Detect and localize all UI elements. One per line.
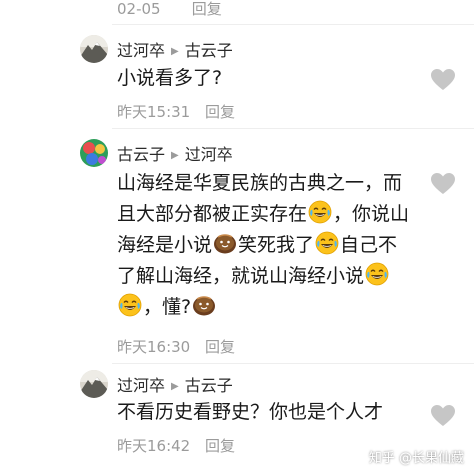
comment-text: 海经是小说 bbox=[117, 234, 213, 256]
divider bbox=[112, 24, 474, 25]
like-icon[interactable] bbox=[430, 404, 456, 428]
watermark: 知乎 @长果仙藏 bbox=[368, 451, 464, 466]
mountain-avatar-icon bbox=[80, 370, 108, 398]
divider bbox=[112, 363, 474, 364]
avatar[interactable] bbox=[80, 139, 108, 167]
reply-arrow-icon: ▶ bbox=[171, 150, 179, 161]
laugh-cry-emoji-icon bbox=[308, 200, 332, 224]
reply-button[interactable]: 回复 bbox=[205, 338, 235, 356]
comment-content: 不看历史看野史？你也是个人才 bbox=[117, 397, 383, 428]
colorful-avatar-icon bbox=[80, 139, 108, 167]
comment-line: 小说看多了? bbox=[117, 67, 223, 89]
comment-meta: 昨天16:30 回复 bbox=[117, 336, 235, 357]
reply-arrow-icon: ▶ bbox=[171, 46, 179, 57]
author-name[interactable]: 过河卒 bbox=[117, 376, 165, 395]
comment-line: 且大部分都被正实存在 ，你说山 bbox=[117, 199, 409, 230]
reply-to-name[interactable]: 过河卒 bbox=[185, 145, 233, 164]
comment-time: 昨天15:31 bbox=[117, 103, 191, 121]
laugh-cry-emoji-icon bbox=[315, 231, 339, 255]
comment-line: ，懂? bbox=[117, 292, 409, 323]
laugh-cry-emoji-icon bbox=[118, 293, 142, 317]
comment-content: 山海经是华夏民族的古典之一，而 且大部分都被正实存在 ，你说山海经是小说 笑死我了 自己… bbox=[117, 168, 409, 323]
author-name[interactable]: 过河卒 bbox=[117, 41, 165, 60]
comment-time: 昨天16:42 bbox=[117, 437, 191, 455]
comment-line: 山海经是华夏民族的古典之一，而 bbox=[117, 168, 409, 199]
bread-emoji-icon bbox=[192, 293, 216, 317]
comment-text: 山海经是华夏民族的古典之一，而 bbox=[117, 172, 403, 194]
comment-content: 小说看多了? bbox=[117, 63, 222, 94]
comment-meta: 昨天15:31 回复 bbox=[117, 101, 235, 122]
comment-header: 过河卒 ▶ 古云子 bbox=[117, 37, 233, 61]
comment-meta: 昨天16:42 回复 bbox=[117, 435, 235, 456]
comment-text: ，懂? bbox=[143, 296, 192, 318]
comment-text: 自己不 bbox=[340, 234, 398, 256]
comment-line: 了解山海经，就说山海经小说 bbox=[117, 261, 409, 292]
avatar[interactable] bbox=[80, 35, 108, 63]
comment-header: 古云子 ▶ 过河卒 bbox=[117, 141, 233, 165]
reply-button[interactable]: 回复 bbox=[205, 437, 235, 455]
author-name[interactable]: 古云子 bbox=[117, 145, 165, 164]
prev-comment-meta: 02-05 回复 bbox=[117, 0, 222, 19]
comment-text: 了解山海经，就说山海经小说 bbox=[117, 265, 365, 287]
reply-to-name[interactable]: 古云子 bbox=[185, 41, 233, 60]
reply-button[interactable]: 回复 bbox=[192, 0, 222, 18]
comment-time: 昨天16:30 bbox=[117, 338, 191, 356]
laugh-cry-emoji-icon bbox=[365, 262, 389, 286]
comment-header: 过河卒 ▶ 古云子 bbox=[117, 372, 233, 396]
comment-time: 02-05 bbox=[117, 0, 161, 18]
like-icon[interactable] bbox=[430, 172, 456, 196]
comment-text: 且大部分都被正实存在 bbox=[117, 203, 308, 225]
reply-to-name[interactable]: 古云子 bbox=[185, 376, 233, 395]
comment-line: 不看历史看野史？你也是个人才 bbox=[117, 401, 384, 423]
comment-text: 笑死我了 bbox=[238, 234, 315, 256]
reply-arrow-icon: ▶ bbox=[171, 381, 179, 392]
comment-text: ，你说山 bbox=[333, 203, 410, 225]
bread-emoji-icon bbox=[213, 231, 237, 255]
avatar[interactable] bbox=[80, 370, 108, 398]
comment-line: 海经是小说 笑死我了 自己不 bbox=[117, 230, 409, 261]
reply-button[interactable]: 回复 bbox=[205, 103, 235, 121]
divider bbox=[112, 128, 474, 129]
mountain-avatar-icon bbox=[80, 35, 108, 63]
like-icon[interactable] bbox=[430, 68, 456, 92]
